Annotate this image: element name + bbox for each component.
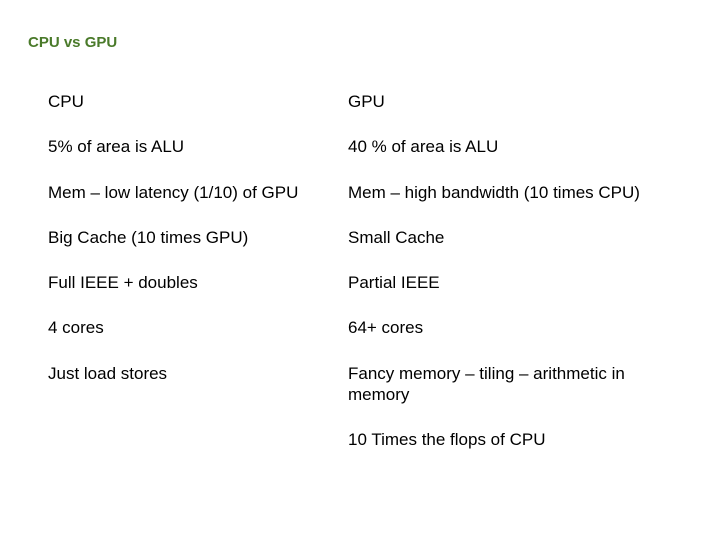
- table-row: Mem – low latency (1/10) of GPU Mem – hi…: [48, 170, 648, 215]
- gpu-cell: 10 Times the flops of CPU: [348, 417, 648, 462]
- table-row: CPU GPU: [48, 79, 648, 124]
- gpu-cell: Mem – high bandwidth (10 times CPU): [348, 170, 648, 215]
- table-row: Just load stores Fancy memory – tiling –…: [48, 351, 648, 418]
- table-row: 4 cores 64+ cores: [48, 305, 648, 350]
- cpu-cell: Full IEEE + doubles: [48, 260, 348, 305]
- table-row: 5% of area is ALU 40 % of area is ALU: [48, 124, 648, 169]
- table-row: Full IEEE + doubles Partial IEEE: [48, 260, 648, 305]
- table-row: Big Cache (10 times GPU) Small Cache: [48, 215, 648, 260]
- cpu-header: CPU: [48, 79, 348, 124]
- gpu-cell: 40 % of area is ALU: [348, 124, 648, 169]
- cpu-cell: Just load stores: [48, 351, 348, 418]
- cpu-cell: 5% of area is ALU: [48, 124, 348, 169]
- slide-title: CPU vs GPU: [28, 34, 692, 51]
- cpu-cell: 4 cores: [48, 305, 348, 350]
- gpu-header: GPU: [348, 79, 648, 124]
- gpu-cell: Partial IEEE: [348, 260, 648, 305]
- cpu-cell: [48, 417, 348, 462]
- gpu-cell: Fancy memory – tiling – arithmetic in me…: [348, 351, 648, 418]
- comparison-table: CPU GPU 5% of area is ALU 40 % of area i…: [48, 79, 648, 462]
- table-row: 10 Times the flops of CPU: [48, 417, 648, 462]
- cpu-cell: Big Cache (10 times GPU): [48, 215, 348, 260]
- gpu-cell: Small Cache: [348, 215, 648, 260]
- cpu-cell: Mem – low latency (1/10) of GPU: [48, 170, 348, 215]
- slide: CPU vs GPU CPU GPU 5% of area is ALU 40 …: [0, 0, 720, 482]
- gpu-cell: 64+ cores: [348, 305, 648, 350]
